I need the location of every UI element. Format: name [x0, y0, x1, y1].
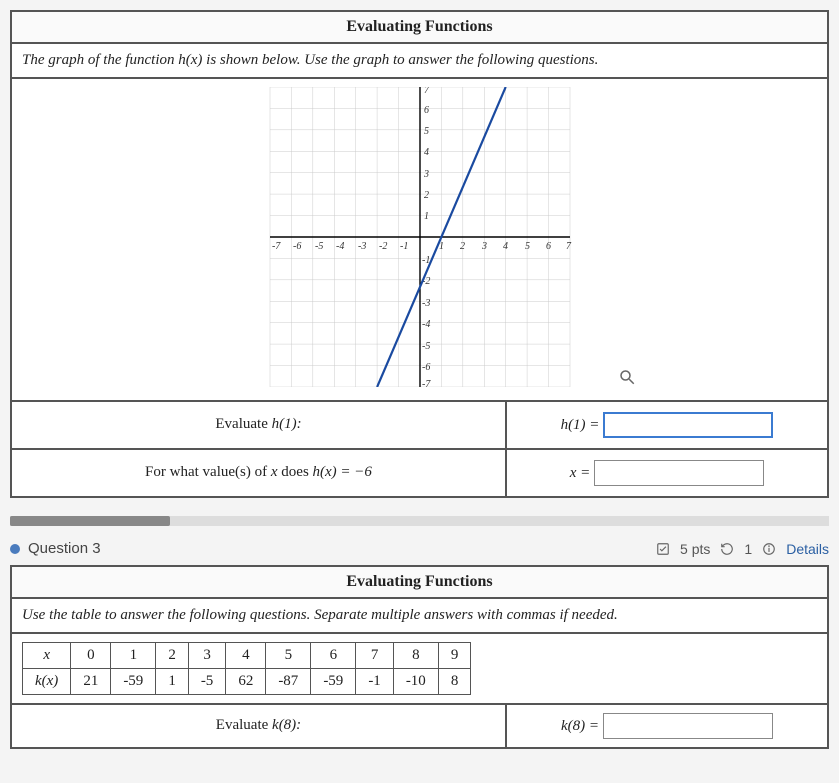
k-cell: 1: [156, 669, 189, 695]
q2-row2-prompt: For what value(s) of x does h(x) = −6: [12, 450, 507, 496]
x-cell: 2: [156, 643, 189, 669]
svg-text:-4: -4: [336, 241, 344, 252]
x-cell: 9: [438, 643, 471, 669]
attempts-label: 1: [744, 541, 752, 557]
k-cell: -5: [188, 669, 226, 695]
q3-eval-row: Evaluate k(8): k(8) =: [12, 703, 827, 747]
svg-text:-3: -3: [422, 298, 430, 309]
q2-row-evaluate-h1: Evaluate h(1): h(1) =: [12, 402, 827, 450]
svg-text:5: 5: [525, 241, 530, 252]
x-cell: 4: [226, 643, 266, 669]
svg-text:2: 2: [460, 241, 465, 252]
q2-row1-fn: h(1):: [272, 416, 302, 432]
svg-text:-7: -7: [422, 379, 431, 387]
table-row: x 0 1 2 3 4 5 6 7 8 9: [23, 643, 471, 669]
h1-answer-input[interactable]: [603, 412, 773, 438]
svg-text:-3: -3: [358, 241, 366, 252]
q2-row1-answer-cell: h(1) =: [507, 402, 827, 448]
q2-row2-var: x: [271, 464, 278, 480]
q2-title: Evaluating Functions: [12, 12, 827, 44]
function-graph: -7-6-5-4-3-2-1 1234567 7654321 -1-2-3-4-…: [190, 87, 650, 387]
k-cell: 21: [71, 669, 111, 695]
x-cell: 5: [266, 643, 311, 669]
question-3-header: Question 3 5 pts 1 Details: [10, 540, 829, 557]
q3-instruction: Use the table to answer the following qu…: [12, 599, 827, 634]
svg-text:-6: -6: [293, 241, 301, 252]
q2-row2-answer-label: x =: [570, 465, 591, 482]
q2-instruction: The graph of the function h(x) is shown …: [12, 44, 827, 79]
k-cell: 8: [438, 669, 471, 695]
q2-row1-answer-label: h(1) =: [561, 417, 600, 434]
svg-text:-5: -5: [315, 241, 323, 252]
svg-text:2: 2: [424, 190, 429, 201]
q2-instr-post: is shown below. Use the graph to answer …: [202, 52, 598, 68]
q3-eval-pre: Evaluate: [216, 717, 272, 733]
svg-text:7: 7: [566, 241, 572, 252]
svg-text:-6: -6: [422, 362, 430, 373]
magnify-icon[interactable]: [618, 368, 636, 386]
q2-instr-fn: h(x): [178, 52, 202, 68]
info-icon[interactable]: [762, 542, 776, 556]
x-cell: 6: [311, 643, 356, 669]
q2-instr-pre: The graph of the function: [22, 52, 178, 68]
svg-text:3: 3: [423, 169, 429, 180]
reset-icon[interactable]: [720, 542, 734, 556]
k-cell: -10: [393, 669, 438, 695]
row-header-kx: k(x): [23, 669, 71, 695]
check-square-icon: [656, 542, 670, 556]
row-header-x: x: [23, 643, 71, 669]
svg-text:-5: -5: [422, 341, 430, 352]
horizontal-scrollbar[interactable]: [10, 516, 829, 526]
svg-text:1: 1: [424, 211, 429, 222]
x-cell: 8: [393, 643, 438, 669]
svg-text:6: 6: [546, 241, 551, 252]
svg-text:-4: -4: [422, 319, 430, 330]
q2-row1-prompt: Evaluate h(1):: [12, 402, 507, 448]
q2-row2-mid: does: [278, 464, 313, 480]
svg-text:3: 3: [481, 241, 487, 252]
x-cell: 7: [356, 643, 394, 669]
question-3-label[interactable]: Question 3: [28, 540, 101, 557]
question-status-dot: [10, 544, 20, 554]
x-cell: 0: [71, 643, 111, 669]
q2-panel: Evaluating Functions The graph of the fu…: [10, 10, 829, 498]
k-cell: -87: [266, 669, 311, 695]
svg-text:4: 4: [424, 147, 429, 158]
x-answer-input[interactable]: [594, 460, 764, 486]
kx-table: x 0 1 2 3 4 5 6 7 8 9 k(x) 21 -59 1 -5 6…: [22, 642, 471, 695]
q3-eval-fn: k(8):: [272, 717, 301, 733]
q3-eval-prompt: Evaluate k(8):: [12, 705, 507, 747]
kx-table-wrap: x 0 1 2 3 4 5 6 7 8 9 k(x) 21 -59 1 -5 6…: [12, 642, 827, 695]
q2-row-solve-x: For what value(s) of x does h(x) = −6 x …: [12, 450, 827, 496]
q2-row2-pre: For what value(s) of: [145, 464, 271, 480]
svg-text:4: 4: [503, 241, 508, 252]
svg-text:-1: -1: [400, 241, 408, 252]
q2-row2-fn: h(x) = −6: [313, 464, 372, 480]
k-cell: 62: [226, 669, 266, 695]
q3-eval-answer-cell: k(8) =: [507, 705, 827, 747]
k-cell: -1: [356, 669, 394, 695]
svg-text:-2: -2: [379, 241, 387, 252]
k-cell: -59: [311, 669, 356, 695]
points-label: 5 pts: [680, 541, 710, 557]
graph-container: -7-6-5-4-3-2-1 1234567 7654321 -1-2-3-4-…: [12, 79, 827, 402]
svg-text:6: 6: [424, 105, 429, 116]
svg-text:5: 5: [424, 126, 429, 137]
k8-answer-input[interactable]: [603, 713, 773, 739]
svg-text:-7: -7: [272, 241, 281, 252]
q2-row2-answer-cell: x =: [507, 450, 827, 496]
x-cell: 3: [188, 643, 226, 669]
scroll-thumb[interactable]: [10, 516, 170, 526]
x-cell: 1: [111, 643, 156, 669]
q3-panel: Evaluating Functions Use the table to an…: [10, 565, 829, 749]
k-cell: -59: [111, 669, 156, 695]
q3-title: Evaluating Functions: [12, 567, 827, 599]
table-row: k(x) 21 -59 1 -5 62 -87 -59 -1 -10 8: [23, 669, 471, 695]
q3-eval-answer-label: k(8) =: [561, 718, 599, 735]
q2-row1-pre: Evaluate: [215, 416, 271, 432]
details-link[interactable]: Details: [786, 541, 829, 557]
